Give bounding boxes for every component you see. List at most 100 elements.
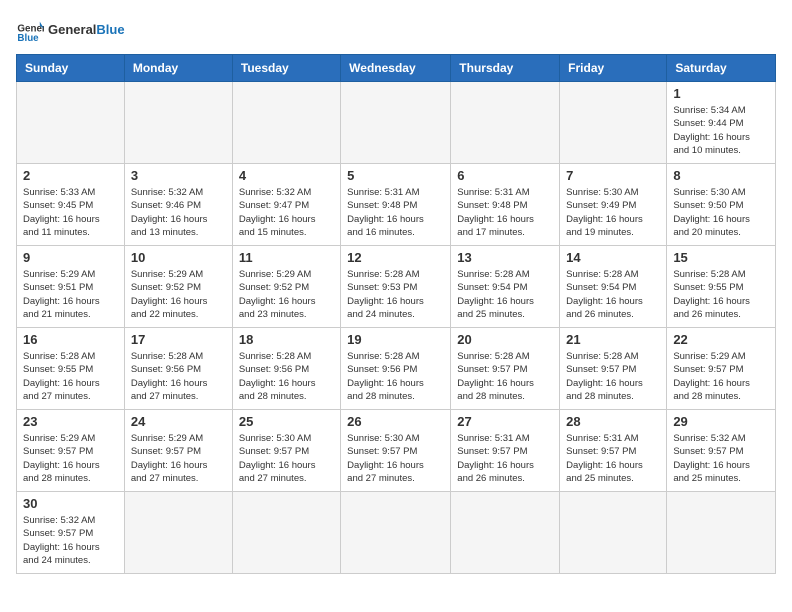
day-info: Sunrise: 5:34 AM Sunset: 9:44 PM Dayligh…	[673, 104, 769, 157]
calendar-table: SundayMondayTuesdayWednesdayThursdayFrid…	[16, 54, 776, 574]
day-number: 19	[347, 332, 444, 347]
weekday-header-tuesday: Tuesday	[232, 55, 340, 82]
calendar-cell	[124, 492, 232, 574]
day-info: Sunrise: 5:31 AM Sunset: 9:48 PM Dayligh…	[347, 186, 444, 239]
calendar-cell: 7 Sunrise: 5:30 AM Sunset: 9:49 PM Daylig…	[560, 164, 667, 246]
day-number: 22	[673, 332, 769, 347]
calendar-cell: 5Sunrise: 5:31 AM Sunset: 9:48 PM Daylig…	[341, 164, 451, 246]
page-header: General Blue GeneralBlue	[16, 16, 776, 44]
day-info: Sunrise: 5:32 AM Sunset: 9:57 PM Dayligh…	[23, 514, 118, 567]
calendar-cell: 25Sunrise: 5:30 AM Sunset: 9:57 PM Dayli…	[232, 410, 340, 492]
calendar-cell: 21 Sunrise: 5:28 AM Sunset: 9:57 PM Dayli…	[560, 328, 667, 410]
calendar-cell	[17, 82, 125, 164]
week-row-4: 16 Sunrise: 5:28 AM Sunset: 9:55 PM Dayli…	[17, 328, 776, 410]
calendar-cell	[451, 492, 560, 574]
calendar-cell: 22 Sunrise: 5:29 AM Sunset: 9:57 PM Dayli…	[667, 328, 776, 410]
calendar-cell: 23Sunrise: 5:29 AM Sunset: 9:57 PM Dayli…	[17, 410, 125, 492]
calendar-cell: 28Sunrise: 5:31 AM Sunset: 9:57 PM Dayli…	[560, 410, 667, 492]
calendar-cell: 9 Sunrise: 5:29 AM Sunset: 9:51 PM Daylig…	[17, 246, 125, 328]
day-info: Sunrise: 5:29 AM Sunset: 9:52 PM Dayligh…	[131, 268, 226, 321]
calendar-cell: 19 Sunrise: 5:28 AM Sunset: 9:56 PM Dayli…	[341, 328, 451, 410]
calendar-cell: 20 Sunrise: 5:28 AM Sunset: 9:57 PM Dayli…	[451, 328, 560, 410]
calendar-cell	[341, 492, 451, 574]
calendar-cell: 3 Sunrise: 5:32 AM Sunset: 9:46 PM Daylig…	[124, 164, 232, 246]
generalblue-logo-icon: General Blue	[16, 16, 44, 44]
calendar-cell: 18 Sunrise: 5:28 AM Sunset: 9:56 PM Dayli…	[232, 328, 340, 410]
day-info: Sunrise: 5:30 AM Sunset: 9:50 PM Dayligh…	[673, 186, 769, 239]
day-number: 29	[673, 414, 769, 429]
day-number: 8	[673, 168, 769, 183]
weekday-header-saturday: Saturday	[667, 55, 776, 82]
calendar-cell: 8 Sunrise: 5:30 AM Sunset: 9:50 PM Daylig…	[667, 164, 776, 246]
calendar-cell: 29 Sunrise: 5:32 AM Sunset: 9:57 PM Dayli…	[667, 410, 776, 492]
day-number: 16	[23, 332, 118, 347]
day-number: 28	[566, 414, 660, 429]
weekday-header-row: SundayMondayTuesdayWednesdayThursdayFrid…	[17, 55, 776, 82]
day-number: 12	[347, 250, 444, 265]
day-number: 14	[566, 250, 660, 265]
calendar-cell: 2Sunrise: 5:33 AM Sunset: 9:45 PM Daylig…	[17, 164, 125, 246]
day-number: 9	[23, 250, 118, 265]
day-info: Sunrise: 5:32 AM Sunset: 9:46 PM Dayligh…	[131, 186, 226, 239]
calendar-cell: 14Sunrise: 5:28 AM Sunset: 9:54 PM Dayli…	[560, 246, 667, 328]
day-number: 18	[239, 332, 334, 347]
day-info: Sunrise: 5:28 AM Sunset: 9:57 PM Dayligh…	[457, 350, 553, 403]
calendar-cell: 27Sunrise: 5:31 AM Sunset: 9:57 PM Dayli…	[451, 410, 560, 492]
day-info: Sunrise: 5:29 AM Sunset: 9:52 PM Dayligh…	[239, 268, 334, 321]
week-row-1: 1Sunrise: 5:34 AM Sunset: 9:44 PM Daylig…	[17, 82, 776, 164]
calendar-cell	[560, 492, 667, 574]
svg-text:Blue: Blue	[17, 33, 39, 44]
calendar-cell: 24 Sunrise: 5:29 AM Sunset: 9:57 PM Dayli…	[124, 410, 232, 492]
week-row-6: 30 Sunrise: 5:32 AM Sunset: 9:57 PM Dayli…	[17, 492, 776, 574]
day-number: 7	[566, 168, 660, 183]
day-info: Sunrise: 5:31 AM Sunset: 9:57 PM Dayligh…	[457, 432, 553, 485]
day-number: 17	[131, 332, 226, 347]
day-info: Sunrise: 5:29 AM Sunset: 9:57 PM Dayligh…	[673, 350, 769, 403]
weekday-header-friday: Friday	[560, 55, 667, 82]
calendar-cell: 1Sunrise: 5:34 AM Sunset: 9:44 PM Daylig…	[667, 82, 776, 164]
day-number: 26	[347, 414, 444, 429]
week-row-5: 23 Sunrise: 5:29 AM Sunset: 9:57 PM Dayli…	[17, 410, 776, 492]
day-number: 13	[457, 250, 553, 265]
calendar-cell	[124, 82, 232, 164]
day-number: 20	[457, 332, 553, 347]
day-number: 2	[23, 168, 118, 183]
day-number: 21	[566, 332, 660, 347]
day-info: Sunrise: 5:32 AM Sunset: 9:57 PM Dayligh…	[673, 432, 769, 485]
day-number: 10	[131, 250, 226, 265]
calendar-cell: 6 Sunrise: 5:31 AM Sunset: 9:48 PM Daylig…	[451, 164, 560, 246]
day-number: 30	[23, 496, 118, 511]
day-number: 24	[131, 414, 226, 429]
calendar-cell: 17 Sunrise: 5:28 AM Sunset: 9:56 PM Dayli…	[124, 328, 232, 410]
day-number: 15	[673, 250, 769, 265]
day-info: Sunrise: 5:28 AM Sunset: 9:57 PM Dayligh…	[566, 350, 660, 403]
day-number: 23	[23, 414, 118, 429]
day-info: Sunrise: 5:29 AM Sunset: 9:51 PM Dayligh…	[23, 268, 118, 321]
day-info: Sunrise: 5:28 AM Sunset: 9:56 PM Dayligh…	[347, 350, 444, 403]
day-number: 6	[457, 168, 553, 183]
weekday-header-sunday: Sunday	[17, 55, 125, 82]
day-info: Sunrise: 5:28 AM Sunset: 9:53 PM Dayligh…	[347, 268, 444, 321]
logo-general: General	[48, 22, 96, 37]
logo-blue: Blue	[96, 22, 124, 37]
day-info: Sunrise: 5:28 AM Sunset: 9:56 PM Dayligh…	[131, 350, 226, 403]
day-info: Sunrise: 5:32 AM Sunset: 9:47 PM Dayligh…	[239, 186, 334, 239]
day-number: 3	[131, 168, 226, 183]
day-number: 25	[239, 414, 334, 429]
calendar-cell	[341, 82, 451, 164]
calendar-cell: 16 Sunrise: 5:28 AM Sunset: 9:55 PM Dayli…	[17, 328, 125, 410]
calendar-cell: 10 Sunrise: 5:29 AM Sunset: 9:52 PM Dayli…	[124, 246, 232, 328]
day-info: Sunrise: 5:28 AM Sunset: 9:56 PM Dayligh…	[239, 350, 334, 403]
calendar-cell: 12 Sunrise: 5:28 AM Sunset: 9:53 PM Dayli…	[341, 246, 451, 328]
calendar-cell: 15Sunrise: 5:28 AM Sunset: 9:55 PM Dayli…	[667, 246, 776, 328]
day-info: Sunrise: 5:30 AM Sunset: 9:49 PM Dayligh…	[566, 186, 660, 239]
week-row-3: 9 Sunrise: 5:29 AM Sunset: 9:51 PM Daylig…	[17, 246, 776, 328]
day-info: Sunrise: 5:28 AM Sunset: 9:55 PM Dayligh…	[23, 350, 118, 403]
calendar-cell	[232, 82, 340, 164]
weekday-header-thursday: Thursday	[451, 55, 560, 82]
week-row-2: 2Sunrise: 5:33 AM Sunset: 9:45 PM Daylig…	[17, 164, 776, 246]
day-info: Sunrise: 5:31 AM Sunset: 9:48 PM Dayligh…	[457, 186, 553, 239]
calendar-cell: 26Sunrise: 5:30 AM Sunset: 9:57 PM Dayli…	[341, 410, 451, 492]
day-info: Sunrise: 5:29 AM Sunset: 9:57 PM Dayligh…	[131, 432, 226, 485]
calendar-cell: 4Sunrise: 5:32 AM Sunset: 9:47 PM Daylig…	[232, 164, 340, 246]
